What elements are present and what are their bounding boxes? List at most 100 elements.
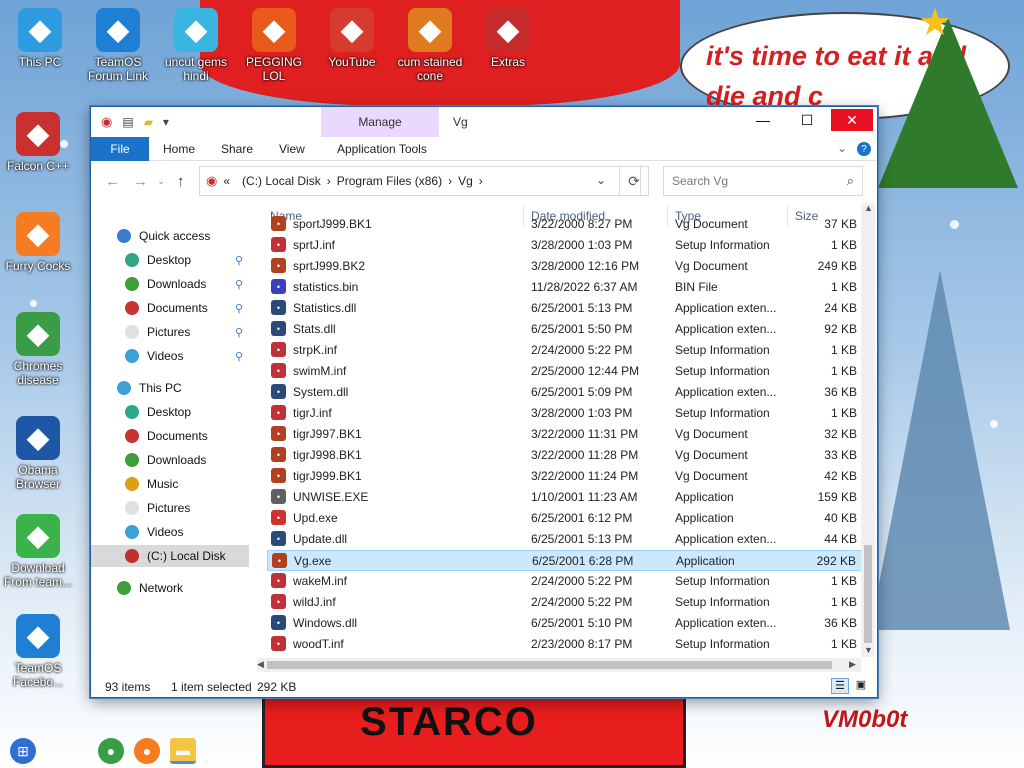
tab-share[interactable]: Share [207,137,267,161]
address-bar[interactable]: ◉ « (C:) Local Disk › Program Files (x86… [199,166,641,196]
address-overflow[interactable]: « [223,174,230,188]
breadcrumb-separator-icon[interactable]: › [479,174,483,188]
new-folder-icon[interactable]: ▰ [144,115,153,129]
breadcrumb-separator-icon[interactable]: › [327,174,331,188]
scroll-up-icon[interactable]: ▲ [864,203,873,213]
nav-pc-item-2[interactable]: Downloads [91,449,249,471]
tab-view[interactable]: View [265,137,319,161]
nav-quick-item-3[interactable]: Pictures ⚲ [91,321,249,343]
details-view-icon[interactable]: ☰ [831,678,849,694]
file-row[interactable]: • UNWISE.EXE 1/10/2001 11:23 AM Application… [267,487,863,508]
close-button[interactable]: ✕ [831,109,873,131]
breadcrumb-program-files[interactable]: Program Files (x86) [337,174,442,188]
tab-home[interactable]: Home [149,137,209,161]
monitor-icon: ◆ [18,8,62,52]
file-row[interactable]: • statistics.bin 11/28/2022 6:37 AM BIN Fil… [267,277,863,298]
file-row[interactable]: • sportJ999.BK1 3/22/2000 8:27 PM Vg Docume… [267,214,863,235]
file-row[interactable]: • System.dll 6/25/2001 5:09 PM Application … [267,382,863,403]
nav-pc-item-3[interactable]: Music [91,473,249,495]
address-dropdown-icon[interactable]: ⌄ [596,173,606,187]
nav-quick-item-0[interactable]: Desktop ⚲ [91,249,249,271]
large-icons-view-icon[interactable]: ▣ [853,678,869,694]
desktop-icon-t6[interactable]: ◆ Extras [468,8,548,69]
quick-access-toolbar-dropdown-icon[interactable]: ▾ [163,115,169,129]
desktop-icon-l0[interactable]: ◆ Falcon C++ [0,112,78,173]
breadcrumb-local-disk[interactable]: (C:) Local Disk [242,174,321,188]
file-row[interactable]: • Stats.dll 6/25/2001 5:50 PM Application e… [267,319,863,340]
properties-icon[interactable]: ▤ [122,115,133,129]
desktop-icon-t4[interactable]: ◆ YouTube [312,8,392,69]
search-input[interactable]: Search Vg ⌕ [663,166,863,196]
file-row[interactable]: • sprtJ.inf 3/28/2000 1:03 PM Setup Informa… [267,235,863,256]
vertical-scroll-thumb[interactable] [864,545,872,643]
ribbon-context-manage[interactable]: Manage [321,107,439,137]
desktop-icon-l5[interactable]: ◆ TeamOS Facebo... [0,614,78,689]
nav-pc-item-5[interactable]: Videos [91,521,249,543]
nav-quick-access[interactable]: Quick access [91,225,249,247]
horizontal-scroll-thumb[interactable] [267,661,832,669]
file-row[interactable]: • Vg.exe 6/25/2001 6:28 PM Application 292 K… [267,550,863,571]
file-row[interactable]: • swimM.inf 2/25/2000 12:44 PM Setup Inform… [267,361,863,382]
file-row[interactable]: • tigrJ998.BK1 3/22/2000 11:28 PM Vg Docume… [267,445,863,466]
search-icon[interactable]: ⌕ [847,173,854,189]
help-icon[interactable]: ? [857,142,871,156]
nav-pc-item-0[interactable]: Desktop [91,401,249,423]
ribbon-expand-icon[interactable]: ⌄ [837,141,847,155]
file-row[interactable]: • wildJ.inf 2/24/2000 5:22 PM Setup Informa… [267,592,863,613]
breadcrumb-separator-icon[interactable]: › [448,174,452,188]
file-explorer-taskbar-icon[interactable]: ▬ [170,738,196,764]
up-arrow-icon[interactable]: ↑ [177,173,185,190]
horizontal-scrollbar[interactable]: ◀ ▶ [257,658,861,672]
file-icon: • [271,615,286,630]
tab-file[interactable]: File [91,137,149,161]
selection-count: 1 item selected [171,680,252,694]
nav-quick-item-4[interactable]: Videos ⚲ [91,345,249,367]
file-row[interactable]: • tigrJ999.BK1 3/22/2000 11:24 PM Vg Docume… [267,466,863,487]
desktop-icon-l3[interactable]: ◆ Obama Browser [0,416,78,491]
file-row[interactable]: • Windows.dll 6/25/2001 5:10 PM Application… [267,613,863,634]
file-row[interactable]: • Upd.exe 6/25/2001 6:12 PM Application 40 K… [267,508,863,529]
tab-application-tools[interactable]: Application Tools [323,137,441,161]
chrome-taskbar-icon[interactable]: ● [98,738,124,764]
file-row[interactable]: • strpK.inf 2/24/2000 5:22 PM Setup Informa… [267,340,863,361]
desktop-icon-t1[interactable]: ◆ TeamOS Forum Link [78,8,158,83]
back-arrow-icon[interactable]: ← [105,173,120,190]
desktop-icon-t5[interactable]: ◆ cum stained cone [390,8,470,83]
scroll-left-icon[interactable]: ◀ [257,659,264,670]
folder-icon [125,525,139,539]
scroll-right-icon[interactable]: ▶ [849,659,856,670]
file-row[interactable]: • Update.dll 6/25/2001 5:13 PM Application … [267,529,863,550]
nav-this-pc[interactable]: This PC [91,377,249,399]
file-row[interactable]: • tigrJ997.BK1 3/22/2000 11:31 PM Vg Docume… [267,424,863,445]
file-row[interactable]: • wakeM.inf 2/24/2000 5:22 PM Setup Informa… [267,571,863,592]
desktop-icon-l1[interactable]: ◆ Furry Cocks [0,212,78,273]
file-row[interactable]: • sprtJ999.BK2 3/28/2000 12:16 PM Vg Docume… [267,256,863,277]
file-icon: • [271,636,286,651]
file-date: 6/25/2001 5:50 PM [531,322,633,336]
title-bar[interactable]: ◉ ▤ ▰ ▾ Manage Vg — ☐ ✕ [91,107,877,137]
nav-network[interactable]: Network [91,577,249,599]
file-row[interactable]: • tigrJ.inf 3/28/2000 1:03 PM Setup Informa… [267,403,863,424]
nav-pc-item-4[interactable]: Pictures [91,497,249,519]
file-row[interactable]: • woodT.inf 2/23/2000 8:17 PM Setup Informa… [267,634,863,655]
nav-quick-item-1[interactable]: Downloads ⚲ [91,273,249,295]
maximize-button[interactable]: ☐ [787,109,827,131]
desktop-icon-t0[interactable]: ◆ This PC [0,8,80,69]
desktop-icon-t2[interactable]: ◆ uncut gems hindi [156,8,236,83]
forward-arrow-icon[interactable]: → [133,173,148,190]
start-button[interactable]: ⊞ [10,738,36,764]
nav-pc-item-1[interactable]: Documents [91,425,249,447]
nav-quick-item-2[interactable]: Documents ⚲ [91,297,249,319]
refresh-button[interactable]: ⟳ [619,166,649,196]
nav-pc-item-6[interactable]: (C:) Local Disk [91,545,249,567]
desktop-icon-l2[interactable]: ◆ Chromes disease [0,312,78,387]
vertical-scrollbar[interactable]: ▲ ▼ [861,203,875,657]
firefox-taskbar-icon[interactable]: ● [134,738,160,764]
scroll-down-icon[interactable]: ▼ [864,645,873,655]
recent-locations-icon[interactable]: ⌄ [157,176,165,187]
file-row[interactable]: • Statistics.dll 6/25/2001 5:13 PM Applicat… [267,298,863,319]
breadcrumb-vg[interactable]: Vg [458,174,473,188]
minimize-button[interactable]: — [743,109,783,131]
desktop-icon-l4[interactable]: ◆ Download From team... [0,514,78,589]
desktop-icon-t3[interactable]: ◆ PEGGING LOL [234,8,314,83]
